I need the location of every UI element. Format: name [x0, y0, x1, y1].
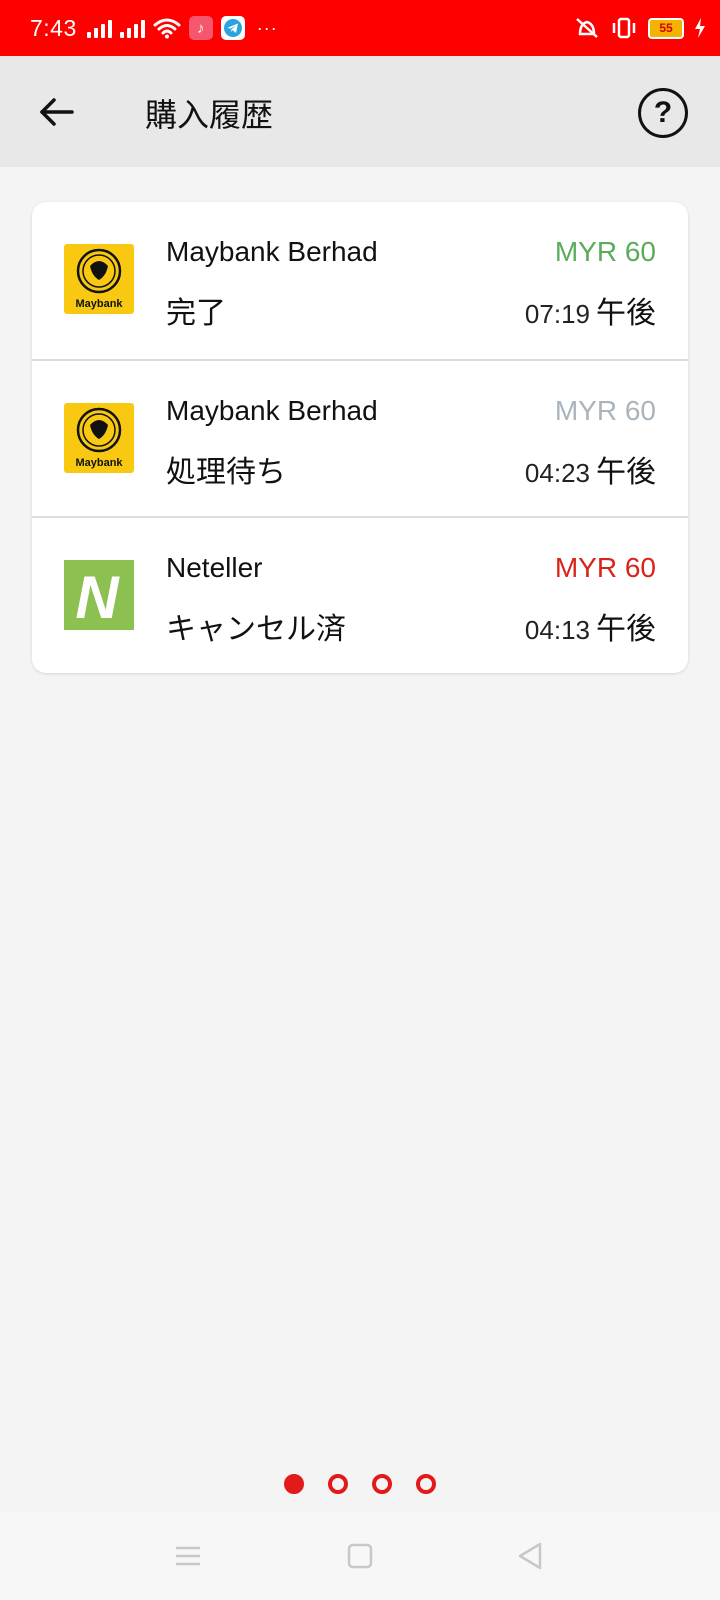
maybank-logo-text: Maybank — [75, 457, 123, 469]
menu-icon — [176, 1546, 200, 1566]
merchant-name: Neteller — [166, 552, 263, 583]
page-dot-active[interactable] — [284, 1474, 304, 1494]
signal-icon — [119, 18, 145, 38]
transaction-time: 04:23 午後 — [525, 447, 656, 491]
page-dot[interactable] — [372, 1474, 392, 1494]
page-title: 購入履歴 — [145, 96, 274, 134]
recent-apps-button[interactable] — [168, 1536, 208, 1576]
transaction-amount: MYR 60 — [554, 395, 656, 426]
time-period: 午後 — [596, 455, 656, 490]
back-button[interactable] — [30, 86, 82, 138]
transaction-amount: MYR 60 — [554, 552, 656, 583]
page-dot[interactable] — [328, 1474, 348, 1494]
merchant-name: Maybank Berhad — [166, 236, 378, 267]
purchase-history-list: Maybank Maybank Berhad 完了 MYR 60 07:19 午後… — [32, 202, 688, 673]
time-value: 04:13 — [524, 615, 590, 645]
maybank-logo-text: Maybank — [75, 298, 123, 310]
transaction-amount: MYR 60 — [554, 236, 656, 267]
music-app-icon: ♪ — [188, 16, 213, 40]
system-back-button[interactable] — [510, 1536, 550, 1576]
page-indicator — [0, 1474, 720, 1494]
transaction-row[interactable]: Maybank Maybank Berhad 処理待ち MYR 60 04:23… — [32, 359, 688, 518]
neteller-logo-text: N — [75, 564, 120, 630]
home-button[interactable] — [340, 1536, 380, 1576]
telegram-icon — [220, 16, 245, 40]
status-bar: 7:43 ♪ ··· 55 — [0, 0, 720, 56]
home-square-icon — [347, 1543, 373, 1569]
transaction-status: 処理待ち — [166, 455, 286, 490]
battery-icon: 55 — [648, 17, 684, 39]
transaction-status: キャンセル済 — [166, 612, 346, 647]
status-time: 7:43 — [30, 14, 77, 41]
transaction-row[interactable]: N Neteller キャンセル済 MYR 60 04:13 午後 — [32, 516, 688, 673]
app-bar: 購入履歴 ? — [0, 56, 720, 167]
time-period: 午後 — [596, 612, 656, 647]
help-button[interactable]: ? — [638, 88, 688, 138]
question-circle-icon: ? — [653, 96, 673, 129]
page-dot[interactable] — [416, 1474, 436, 1494]
system-nav-bar — [0, 1512, 720, 1600]
time-value: 07:19 — [524, 299, 590, 329]
more-notifications-icon: ··· — [256, 17, 278, 38]
signal-icon — [86, 18, 112, 38]
transaction-row[interactable]: Maybank Maybank Berhad 完了 MYR 60 07:19 午後 — [32, 202, 688, 359]
back-triangle-icon — [518, 1542, 542, 1570]
time-period: 午後 — [596, 296, 656, 331]
maybank-logo-icon: Maybank — [64, 403, 134, 473]
transaction-time: 04:13 午後 — [525, 604, 656, 648]
vibrate-off-icon — [576, 18, 598, 38]
wifi-icon — [153, 18, 181, 39]
maybank-logo-icon: Maybank — [64, 244, 134, 314]
arrow-left-icon — [40, 98, 74, 126]
vibrate-icon — [612, 17, 636, 39]
time-value: 04:23 — [524, 458, 590, 488]
neteller-logo-icon: N — [64, 560, 134, 630]
transaction-status: 完了 — [166, 296, 226, 331]
merchant-name: Maybank Berhad — [166, 395, 378, 426]
charging-icon — [695, 18, 705, 38]
transaction-time: 07:19 午後 — [525, 288, 656, 332]
